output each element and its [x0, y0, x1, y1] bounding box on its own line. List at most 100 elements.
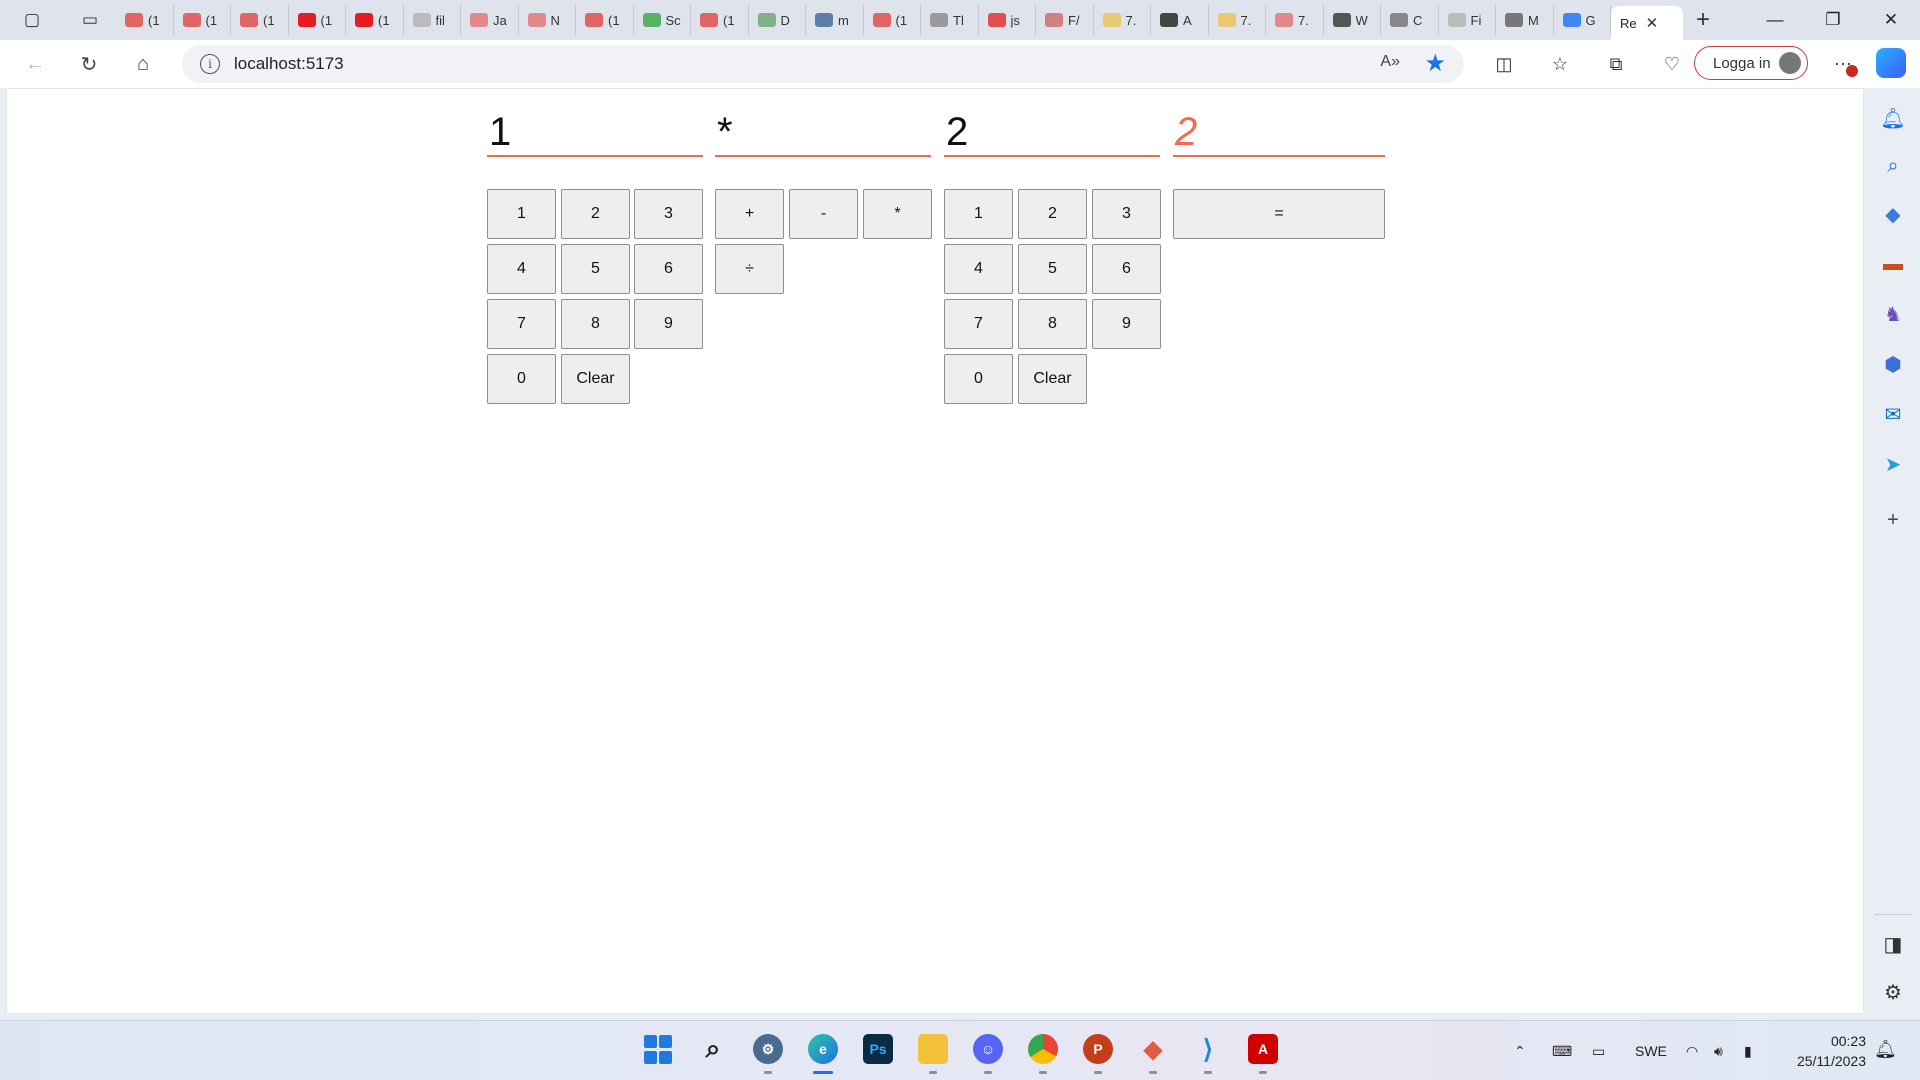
- settings-app-icon[interactable]: ⚙: [750, 1031, 786, 1074]
- search-icon[interactable]: ⌕: [1879, 152, 1907, 180]
- sidebar-toggle-icon[interactable]: ◨: [1879, 930, 1907, 958]
- right-key-9[interactable]: 9: [1092, 299, 1161, 349]
- tab-17[interactable]: 7.: [1094, 5, 1151, 35]
- tab-23[interactable]: Fi: [1439, 5, 1496, 35]
- tab-7[interactable]: N: [519, 5, 576, 35]
- left-key-6[interactable]: 6: [634, 244, 703, 294]
- read-aloud-icon[interactable]: A»: [1380, 53, 1400, 71]
- refresh-icon[interactable]: ↻: [62, 44, 116, 84]
- tab-15[interactable]: js: [979, 5, 1036, 35]
- close-icon[interactable]: ✕: [1646, 14, 1659, 32]
- start-icon[interactable]: [640, 1031, 676, 1067]
- tab-12[interactable]: m: [806, 5, 864, 35]
- tab-8[interactable]: (1: [576, 5, 634, 35]
- left-key-1[interactable]: 1: [487, 189, 556, 239]
- right-clear-button[interactable]: Clear: [1018, 354, 1087, 404]
- left-key-3[interactable]: 3: [634, 189, 703, 239]
- outlook-icon[interactable]: ✉: [1879, 400, 1907, 428]
- file-explorer-icon[interactable]: [915, 1031, 951, 1074]
- chrome-app-icon[interactable]: [1025, 1031, 1061, 1074]
- tab-22[interactable]: C: [1381, 5, 1439, 35]
- notification-bell-icon[interactable]: 🔔︎: [1874, 1039, 1897, 1060]
- plus-button[interactable]: +: [715, 189, 784, 239]
- right-key-2[interactable]: 2: [1018, 189, 1087, 239]
- equals-button[interactable]: =: [1173, 189, 1385, 239]
- tab-10[interactable]: (1: [691, 5, 749, 35]
- site-info-icon[interactable]: i: [200, 54, 220, 74]
- tab-actions-icon[interactable]: ▭: [64, 0, 116, 40]
- tab-14[interactable]: Tl: [921, 5, 979, 35]
- copilot-icon[interactable]: [1876, 48, 1906, 78]
- shopping-tag-icon[interactable]: ◆: [1879, 200, 1907, 228]
- login-button[interactable]: Logga in: [1694, 46, 1808, 80]
- gear-icon[interactable]: ⚙: [1879, 978, 1907, 1006]
- tab-19[interactable]: 7.: [1209, 5, 1266, 35]
- multiply-button[interactable]: *: [863, 189, 932, 239]
- home-icon[interactable]: ⌂: [116, 44, 170, 84]
- workspaces-icon[interactable]: ▢: [0, 0, 64, 40]
- git-app-icon[interactable]: ◆: [1135, 1031, 1171, 1074]
- tab-active[interactable]: Re ✕: [1611, 6, 1683, 40]
- right-key-0[interactable]: 0: [944, 354, 1013, 404]
- tab-5[interactable]: fil: [404, 5, 461, 35]
- left-key-7[interactable]: 7: [487, 299, 556, 349]
- minimize-icon[interactable]: —: [1746, 0, 1804, 40]
- split-screen-icon[interactable]: ◫: [1476, 44, 1532, 84]
- restore-icon[interactable]: ❐: [1804, 0, 1862, 40]
- right-key-7[interactable]: 7: [944, 299, 1013, 349]
- back-icon[interactable]: ←: [8, 44, 62, 84]
- minus-button[interactable]: -: [789, 189, 858, 239]
- left-key-8[interactable]: 8: [561, 299, 630, 349]
- tab-2[interactable]: (1: [231, 5, 289, 35]
- divide-button[interactable]: ÷: [715, 244, 784, 294]
- photoshop-app-icon[interactable]: Ps: [860, 1031, 896, 1067]
- tab-20[interactable]: 7.: [1266, 5, 1324, 35]
- favorite-star-icon[interactable]: ★: [1424, 49, 1446, 78]
- tab-9[interactable]: Sc: [634, 5, 691, 35]
- edge-app-icon[interactable]: e: [805, 1031, 841, 1074]
- collections-icon[interactable]: ⧉: [1588, 44, 1644, 84]
- acrobat-app-icon[interactable]: A: [1245, 1031, 1281, 1074]
- tab-1[interactable]: (1: [174, 5, 231, 35]
- tab-6[interactable]: Ja: [461, 5, 519, 35]
- close-window-icon[interactable]: ✕: [1862, 0, 1920, 40]
- vscode-app-icon[interactable]: ⟩: [1190, 1031, 1226, 1074]
- tab-11[interactable]: D: [749, 5, 806, 35]
- tab-16[interactable]: F/: [1036, 5, 1094, 35]
- battery-icon[interactable]: ▮: [1744, 1021, 1752, 1080]
- left-key-5[interactable]: 5: [561, 244, 630, 294]
- tab-4[interactable]: (1: [346, 5, 404, 35]
- tab-13[interactable]: (1: [864, 5, 921, 35]
- send-icon[interactable]: ➤: [1879, 450, 1907, 478]
- discord-app-icon[interactable]: ☺: [970, 1031, 1006, 1074]
- microsoft365-icon[interactable]: ⬢: [1879, 350, 1907, 378]
- left-key-2[interactable]: 2: [561, 189, 630, 239]
- right-key-4[interactable]: 4: [944, 244, 1013, 294]
- tray-overflow-icon[interactable]: ⌃: [1514, 1021, 1526, 1080]
- left-key-4[interactable]: 4: [487, 244, 556, 294]
- powerpoint-app-icon[interactable]: P: [1080, 1031, 1116, 1074]
- games-icon[interactable]: ♞: [1879, 300, 1907, 328]
- wifi-icon[interactable]: ◠: [1686, 1021, 1698, 1080]
- right-key-6[interactable]: 6: [1092, 244, 1161, 294]
- new-tab-button[interactable]: +: [1683, 0, 1723, 40]
- volume-icon[interactable]: 🔊︎: [1714, 1021, 1723, 1080]
- favorites-icon[interactable]: ☆: [1532, 44, 1588, 84]
- tools-icon[interactable]: ▬: [1879, 250, 1907, 278]
- more-options-icon[interactable]: ···: [1826, 46, 1860, 80]
- tab-3[interactable]: (1: [289, 5, 346, 35]
- tab-0[interactable]: (1: [116, 5, 174, 35]
- tab-21[interactable]: W: [1324, 5, 1381, 35]
- left-key-9[interactable]: 9: [634, 299, 703, 349]
- search-taskbar-icon[interactable]: ⌕: [695, 1031, 731, 1067]
- right-key-5[interactable]: 5: [1018, 244, 1087, 294]
- address-bar[interactable]: i localhost:5173 A» ★: [182, 45, 1464, 83]
- right-key-8[interactable]: 8: [1018, 299, 1087, 349]
- tab-24[interactable]: M: [1496, 5, 1554, 35]
- tab-18[interactable]: A: [1151, 5, 1209, 35]
- add-icon[interactable]: +: [1879, 506, 1907, 534]
- right-key-3[interactable]: 3: [1092, 189, 1161, 239]
- clock[interactable]: 00:23 25/11/2023: [1782, 1031, 1866, 1071]
- display-icon[interactable]: ▭: [1592, 1021, 1605, 1080]
- left-clear-button[interactable]: Clear: [561, 354, 630, 404]
